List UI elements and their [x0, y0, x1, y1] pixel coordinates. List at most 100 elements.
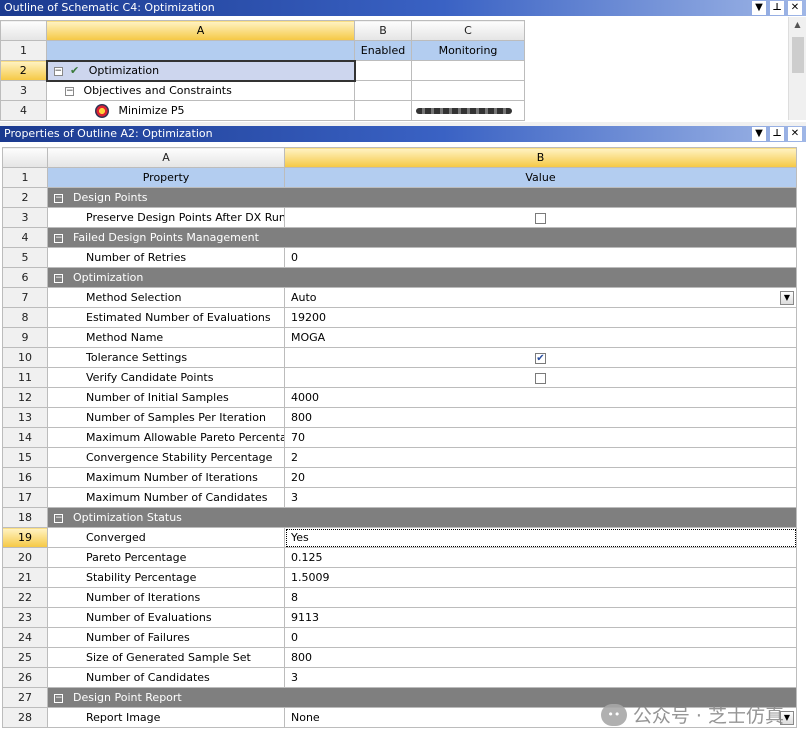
minus-box-icon[interactable]: −: [54, 193, 63, 203]
minus-box-icon[interactable]: −: [53, 66, 63, 76]
outline-row-minimize[interactable]: 4 Minimize P5: [0, 100, 525, 121]
property-row[interactable]: 17 Maximum Number of Candidates 3: [2, 487, 797, 508]
property-row[interactable]: 24 Number of Failures 0: [2, 627, 797, 648]
properties-pin-button[interactable]: ⊥: [770, 127, 784, 141]
property-row[interactable]: 10 Tolerance Settings ✔: [2, 347, 797, 368]
properties-rownum[interactable]: 2: [2, 187, 48, 208]
properties-rownum[interactable]: 15: [2, 447, 48, 468]
checkbox[interactable]: [535, 212, 546, 224]
properties-col-a[interactable]: A: [47, 147, 285, 168]
properties-rownum[interactable]: 5: [2, 247, 48, 268]
properties-rownum[interactable]: 19: [2, 527, 48, 548]
properties-rownum[interactable]: 12: [2, 387, 48, 408]
properties-rownum[interactable]: 20: [2, 547, 48, 568]
properties-rownum[interactable]: 13: [2, 407, 48, 428]
outline-scroll-thumb[interactable]: [792, 37, 804, 73]
property-value[interactable]: 1.5009: [284, 567, 797, 588]
outline-cell-optimization[interactable]: − ✔ Optimization: [45, 59, 356, 82]
section-row[interactable]: 6− Optimization: [2, 267, 797, 288]
property-row[interactable]: 11 Verify Candidate Points: [2, 367, 797, 388]
properties-rownum[interactable]: 11: [2, 367, 48, 388]
property-value[interactable]: 8: [284, 587, 797, 608]
property-row[interactable]: 20 Pareto Percentage 0.125: [2, 547, 797, 568]
outline-rownum[interactable]: 4: [0, 100, 47, 121]
property-value[interactable]: 0: [284, 627, 797, 648]
properties-rownum[interactable]: 10: [2, 347, 48, 368]
properties-rownum[interactable]: 8: [2, 307, 48, 328]
property-row[interactable]: 15 Convergence Stability Percentage 2: [2, 447, 797, 468]
properties-rownum[interactable]: 26: [2, 667, 48, 688]
properties-rownum[interactable]: 22: [2, 587, 48, 608]
property-value[interactable]: MOGA: [284, 327, 797, 348]
property-dropdown[interactable]: Auto ▼: [284, 287, 797, 308]
outline-rownum[interactable]: 3: [0, 80, 47, 101]
property-value[interactable]: 20: [284, 467, 797, 488]
section-header[interactable]: − Optimization Status: [47, 507, 797, 528]
property-value[interactable]: 0: [284, 247, 797, 268]
property-row[interactable]: 5 Number of Retries 0: [2, 247, 797, 268]
outline-pin-button[interactable]: ⊥: [770, 1, 784, 15]
properties-rownum[interactable]: 4: [2, 227, 48, 248]
property-value[interactable]: 9113: [284, 607, 797, 628]
property-value[interactable]: 3: [284, 487, 797, 508]
checkbox[interactable]: [535, 372, 546, 384]
properties-col-b[interactable]: B: [284, 147, 797, 168]
properties-rownum[interactable]: 9: [2, 327, 48, 348]
scroll-up-icon[interactable]: ▲: [789, 17, 806, 33]
property-value[interactable]: 4000: [284, 387, 797, 408]
minus-box-icon[interactable]: −: [65, 86, 74, 96]
properties-rownum[interactable]: 14: [2, 427, 48, 448]
property-value[interactable]: 70: [284, 427, 797, 448]
outline-rownum[interactable]: 1: [0, 40, 47, 61]
property-value[interactable]: 19200: [284, 307, 797, 328]
section-header[interactable]: − Design Points: [47, 187, 797, 208]
outline-scrollbar[interactable]: ▲: [788, 17, 806, 120]
properties-rownum[interactable]: 18: [2, 507, 48, 528]
checkbox-checked[interactable]: ✔: [535, 352, 546, 364]
property-row[interactable]: 22 Number of Iterations 8: [2, 587, 797, 608]
properties-rownum[interactable]: 6: [2, 267, 48, 288]
property-row[interactable]: 9 Method Name MOGA: [2, 327, 797, 348]
property-row[interactable]: 25 Size of Generated Sample Set 800: [2, 647, 797, 668]
minus-box-icon[interactable]: −: [54, 273, 63, 283]
properties-rownum[interactable]: 3: [2, 207, 48, 228]
property-row[interactable]: 13 Number of Samples Per Iteration 800: [2, 407, 797, 428]
property-value[interactable]: 800: [284, 647, 797, 668]
outline-dropdown-button[interactable]: ▼: [752, 1, 766, 15]
property-value[interactable]: 3: [284, 667, 797, 688]
section-header[interactable]: − Failed Design Points Management: [47, 227, 797, 248]
outline-row-objectives[interactable]: 3 − Objectives and Constraints: [0, 80, 525, 101]
property-row[interactable]: 16 Maximum Number of Iterations 20: [2, 467, 797, 488]
outline-col-a[interactable]: A: [46, 20, 355, 41]
property-value[interactable]: Yes: [284, 527, 797, 548]
properties-rownum[interactable]: 1: [2, 167, 48, 188]
property-row[interactable]: 8 Estimated Number of Evaluations 19200: [2, 307, 797, 328]
minus-box-icon[interactable]: −: [54, 233, 63, 243]
outline-col-b[interactable]: B: [354, 20, 412, 41]
section-row[interactable]: 4− Failed Design Points Management: [2, 227, 797, 248]
property-value[interactable]: 0.125: [284, 547, 797, 568]
property-row[interactable]: 12 Number of Initial Samples 4000: [2, 387, 797, 408]
properties-rownum[interactable]: 21: [2, 567, 48, 588]
properties-rownum[interactable]: 7: [2, 287, 48, 308]
property-row[interactable]: 23 Number of Evaluations 9113: [2, 607, 797, 628]
property-row[interactable]: 21 Stability Percentage 1.5009: [2, 567, 797, 588]
outline-cell-minimize[interactable]: Minimize P5: [46, 100, 355, 121]
outline-row-optimization[interactable]: 2 − ✔ Optimization: [0, 59, 525, 82]
minus-box-icon[interactable]: −: [54, 693, 63, 703]
property-row[interactable]: 14 Maximum Allowable Pareto Percentage 70: [2, 427, 797, 448]
outline-cell-objectives[interactable]: − Objectives and Constraints: [46, 80, 355, 101]
properties-rownum[interactable]: 28: [2, 707, 48, 728]
property-row[interactable]: 19 Converged Yes: [2, 527, 797, 548]
property-row[interactable]: 3 Preserve Design Points After DX Run: [2, 207, 797, 228]
properties-rownum[interactable]: 27: [2, 687, 48, 708]
section-header[interactable]: − Optimization: [47, 267, 797, 288]
properties-rownum[interactable]: 25: [2, 647, 48, 668]
minus-box-icon[interactable]: −: [54, 513, 63, 523]
properties-rownum[interactable]: 16: [2, 467, 48, 488]
outline-col-c[interactable]: C: [411, 20, 525, 41]
outline-rownum[interactable]: 2: [0, 60, 47, 81]
property-value[interactable]: 800: [284, 407, 797, 428]
outline-close-button[interactable]: ✕: [788, 1, 802, 15]
properties-rownum[interactable]: 23: [2, 607, 48, 628]
